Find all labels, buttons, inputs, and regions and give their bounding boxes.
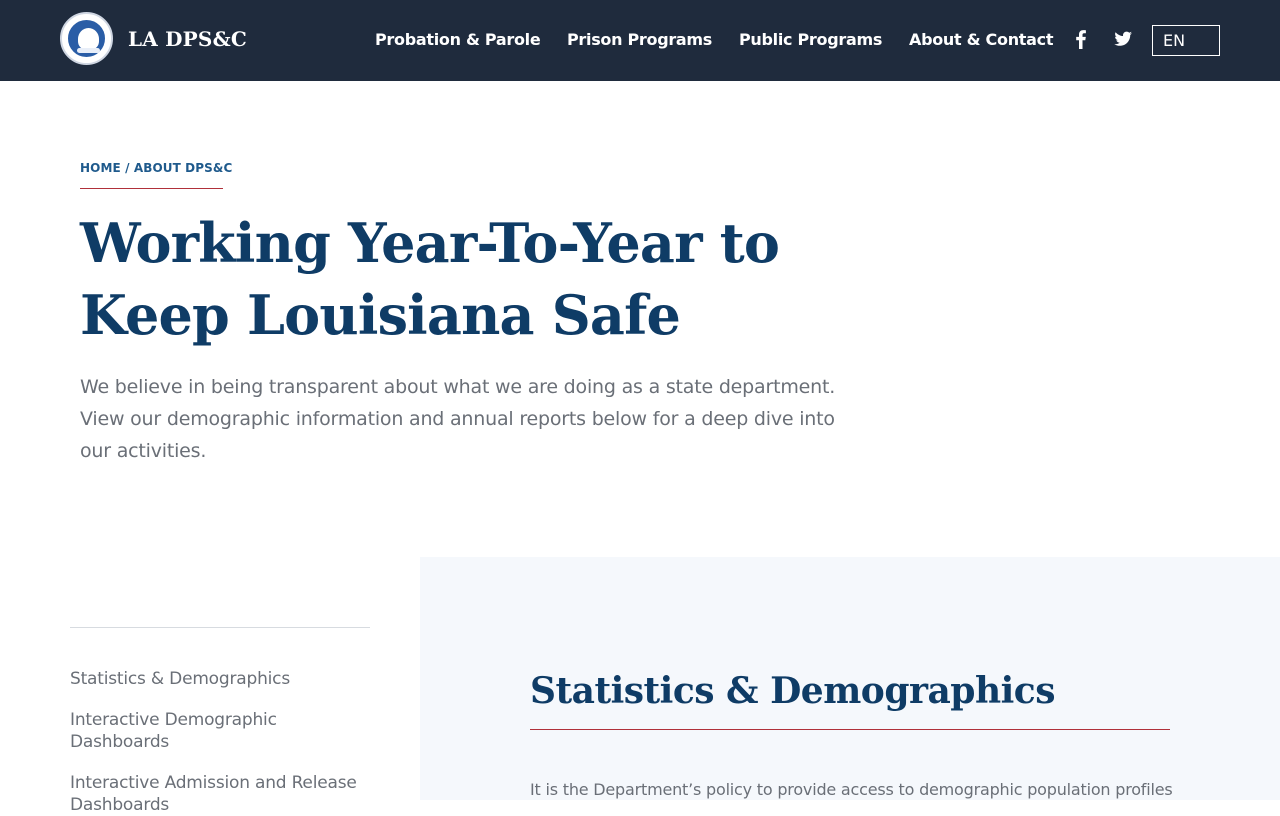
breadcrumb-separator: / (125, 161, 130, 175)
nav-about-contact[interactable]: About & Contact (909, 29, 1053, 51)
section-title: Statistics & Demographics (530, 669, 1170, 730)
nest-icon (77, 48, 100, 53)
sidebar-item-statistics-demographics[interactable]: Statistics & Demographics (70, 668, 370, 690)
breadcrumb-current-link[interactable]: ABOUT DPS&C (134, 161, 233, 175)
pelican-icon (78, 28, 99, 50)
site-header: LA DPS&C Probation & Parole Prison Progr… (0, 0, 1280, 81)
facebook-icon[interactable] (1071, 28, 1091, 50)
seal-emblem (66, 18, 107, 59)
twitter-icon[interactable] (1113, 28, 1133, 50)
sidebar-nav: Statistics & Demographics Interactive De… (70, 627, 370, 815)
content-panel: Statistics & Demographics It is the Depa… (420, 557, 1280, 800)
page-title: Working Year-To-Year to Keep Louisiana S… (80, 211, 780, 347)
louisiana-seal-logo[interactable] (60, 12, 113, 65)
site-brand-name[interactable]: LA DPS&C (128, 26, 247, 52)
sidebar-item-interactive-demographic-dashboards[interactable]: Interactive Demographic Dashboards (70, 709, 370, 753)
nav-probation-parole[interactable]: Probation & Parole (375, 29, 541, 51)
language-selector[interactable]: EN (1152, 25, 1220, 56)
breadcrumb-home-link[interactable]: HOME (80, 161, 121, 175)
breadcrumb: HOME / ABOUT DPS&C (80, 160, 232, 189)
nav-prison-programs[interactable]: Prison Programs (567, 29, 712, 51)
sidebar-item-admission-release-dashboards[interactable]: Interactive Admission and Release Dashbo… (70, 772, 370, 816)
page-intro-text: We believe in being transparent about wh… (80, 376, 836, 462)
section-body-text: It is the Department’s policy to provide… (530, 780, 1173, 799)
nav-public-programs[interactable]: Public Programs (739, 29, 882, 51)
